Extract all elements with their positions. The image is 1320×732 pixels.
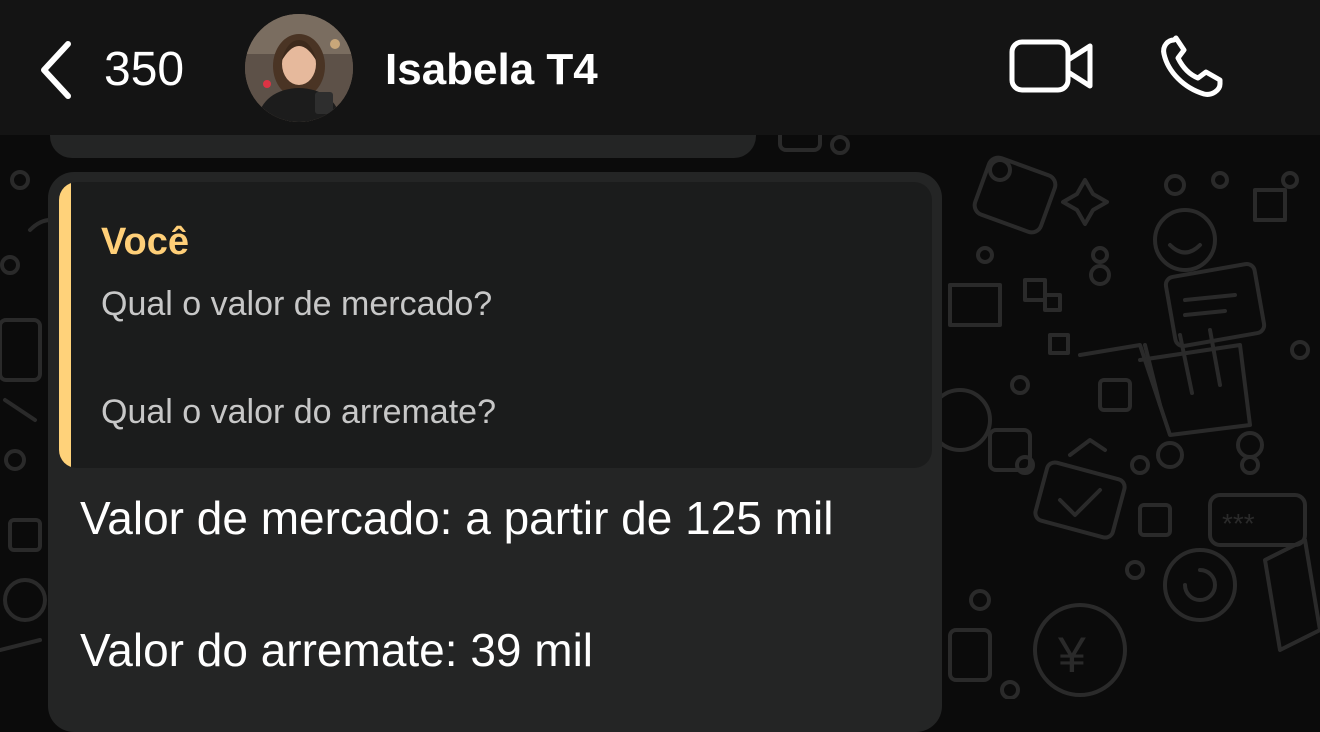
phone-icon — [1161, 35, 1223, 97]
voice-call-button[interactable] — [1158, 34, 1228, 100]
back-button[interactable] — [36, 40, 76, 100]
message-text-line: Valor do arremate: 39 mil — [80, 624, 594, 676]
quote-text-line: Qual o valor do arremate? — [101, 393, 496, 431]
video-call-button[interactable] — [1008, 36, 1096, 96]
message-text-line: Valor de mercado: a partir de 125 mil — [80, 492, 834, 544]
quote-author: Você — [101, 221, 190, 263]
chat-header: 350 Isabela T4 — [0, 0, 1320, 135]
avatar[interactable] — [245, 14, 353, 122]
quote-accent-bar — [59, 182, 71, 468]
svg-text:***: *** — [1222, 508, 1255, 539]
quoted-message[interactable]: Você Qual o valor de mercado? Qual o val… — [59, 182, 932, 468]
chevron-left-icon — [41, 41, 71, 99]
unread-count[interactable]: 350 — [104, 40, 184, 100]
svg-text:¥: ¥ — [1057, 627, 1086, 683]
contact-name[interactable]: Isabela T4 — [385, 40, 598, 100]
quote-text-line: Qual o valor de mercado? — [101, 285, 493, 323]
video-camera-icon — [1009, 39, 1093, 93]
